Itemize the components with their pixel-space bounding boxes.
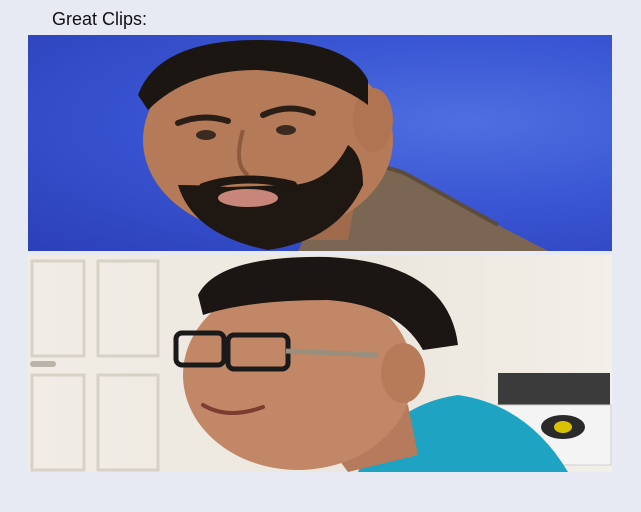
bottom-meme-panel: [28, 255, 612, 472]
bearded-man-image: [138, 40, 548, 251]
top-meme-panel: [28, 35, 612, 251]
smiling-boy-image: [30, 256, 612, 472]
meme-caption: Great Clips:: [52, 9, 148, 29]
